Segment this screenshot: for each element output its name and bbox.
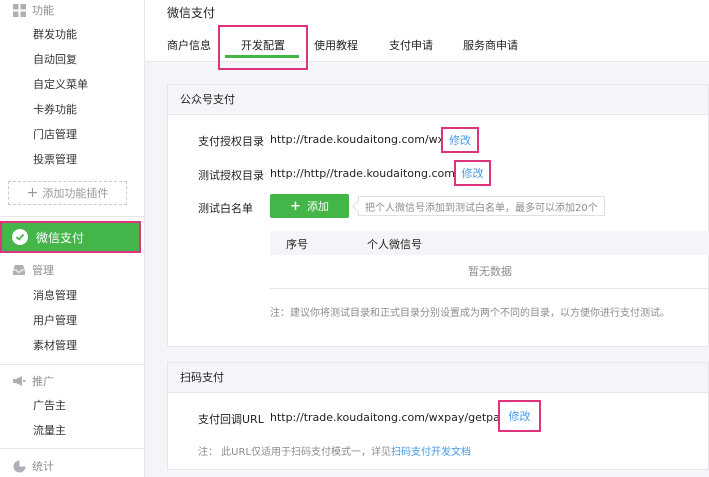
public-account-pay-panel: 公众号支付 支付授权目录 http://trade.koudaitong.com… xyxy=(167,84,709,347)
pie-chart-icon xyxy=(12,459,26,473)
sidebar-active-label: 微信支付 xyxy=(36,230,85,245)
wechat-pay-icon xyxy=(12,229,28,245)
add-plugin-button[interactable]: + 添加功能插件 xyxy=(8,181,127,205)
sidebar-item-stores[interactable]: 门店管理 xyxy=(33,126,77,144)
table-header: 序号 个人微信号 xyxy=(270,231,709,255)
callback-url-label: 支付回调URL xyxy=(198,413,264,426)
sidebar-item-custom-menu[interactable]: 自定义菜单 xyxy=(33,76,88,94)
tab-pay-apply[interactable]: 支付申请 xyxy=(389,37,433,53)
col-header-wechat-id: 个人微信号 xyxy=(367,238,422,251)
sidebar: 功能 群发功能 自动回复 自定义菜单 卡券功能 门店管理 投票管理 + 添加功能… xyxy=(0,0,145,477)
table-empty-state: 暂无数据 xyxy=(270,255,709,289)
sidebar-item-messages[interactable]: 消息管理 xyxy=(33,287,77,305)
inbox-icon xyxy=(12,263,26,277)
tab-merchant-info[interactable]: 商户信息 xyxy=(167,37,211,53)
main-content: 微信支付 商户信息 开发配置 使用教程 支付申请 服务商申请 公众号支付 支付授… xyxy=(145,0,709,477)
add-whitelist-button[interactable]: + 添加 xyxy=(270,194,349,218)
edit-auth-dir-button[interactable]: 修改 xyxy=(441,127,479,153)
whitelist-label: 测试白名单 xyxy=(198,202,253,215)
plus-icon: + xyxy=(26,185,39,201)
page-title: 微信支付 xyxy=(167,6,216,20)
panel-title: 扫码支付 xyxy=(168,363,708,393)
sidebar-item-coupons[interactable]: 卡券功能 xyxy=(33,101,77,119)
scan-pay-note: 注： 此URL仅适用于扫码支付模式一，详见扫码支付开发文档 xyxy=(198,443,471,458)
scan-pay-doc-link[interactable]: 扫码支付开发文档 xyxy=(391,447,471,458)
add-button-label: 添加 xyxy=(306,200,329,213)
sidebar-divider xyxy=(0,364,145,365)
auth-dir-label: 支付授权目录 xyxy=(198,135,264,148)
edit-test-dir-button[interactable]: 修改 xyxy=(454,160,491,186)
col-header-index: 序号 xyxy=(286,238,308,251)
sidebar-group-label: 管理 xyxy=(32,264,54,277)
panel-title: 公众号支付 xyxy=(168,85,708,115)
test-dir-note: 注：建议你将测试目录和正式目录分别设置成为两个不同的目录，以方便你进行支付测试。 xyxy=(270,308,670,319)
sidebar-item-advertiser[interactable]: 广告主 xyxy=(33,397,66,415)
megaphone-icon xyxy=(12,374,26,388)
sidebar-divider xyxy=(0,216,145,217)
test-dir-label: 测试授权目录 xyxy=(198,169,264,182)
sidebar-group-stats: 统计 xyxy=(12,457,54,475)
grid-icon xyxy=(12,3,26,17)
active-tab-indicator xyxy=(225,55,299,58)
page-header: 微信支付 商户信息 开发配置 使用教程 支付申请 服务商申请 xyxy=(145,0,709,70)
sidebar-item-wechat-pay[interactable]: 微信支付 xyxy=(0,221,141,253)
edit-callback-url-button[interactable]: 修改 xyxy=(498,400,541,432)
sidebar-item-auto-reply[interactable]: 自动回复 xyxy=(33,51,77,69)
sidebar-divider xyxy=(0,448,145,449)
sidebar-group-label: 推广 xyxy=(32,375,54,388)
sidebar-group-manage: 管理 xyxy=(12,261,54,279)
sidebar-group-features: 功能 xyxy=(12,1,54,19)
tab-dev-config[interactable]: 开发配置 xyxy=(241,37,285,53)
whitelist-table: 序号 个人微信号 暂无数据 xyxy=(270,231,709,289)
callback-url-value: http://trade.koudaitong.com/wxpay/getpac… xyxy=(270,411,533,424)
sidebar-group-promo: 推广 xyxy=(12,372,54,390)
scan-pay-panel: 扫码支付 支付回调URL http://trade.koudaitong.com… xyxy=(167,362,709,470)
add-whitelist-hint: 把个人微信号添加到测试白名单，最多可以添加20个 xyxy=(358,196,605,216)
tab-provider-apply[interactable]: 服务商申请 xyxy=(463,37,518,53)
scan-pay-note-text: 注： 此URL仅适用于扫码支付模式一，详见 xyxy=(198,447,392,458)
add-plugin-label: 添加功能插件 xyxy=(42,187,109,200)
sidebar-item-users[interactable]: 用户管理 xyxy=(33,312,77,330)
sidebar-group-label: 功能 xyxy=(32,4,54,17)
sidebar-item-votes[interactable]: 投票管理 xyxy=(33,151,77,169)
tab-tutorial[interactable]: 使用教程 xyxy=(314,37,358,53)
sidebar-group-label: 统计 xyxy=(32,460,54,473)
sidebar-item-publisher[interactable]: 流量主 xyxy=(33,422,66,440)
plus-icon: + xyxy=(290,198,301,214)
test-dir-value: http://http//trade.koudaitong.com/test/ xyxy=(270,167,484,180)
sidebar-item-mass-send[interactable]: 群发功能 xyxy=(33,26,77,44)
sidebar-item-materials[interactable]: 素材管理 xyxy=(33,337,77,355)
auth-dir-value: http://trade.koudaitong.com/wxpay/ xyxy=(270,133,469,146)
